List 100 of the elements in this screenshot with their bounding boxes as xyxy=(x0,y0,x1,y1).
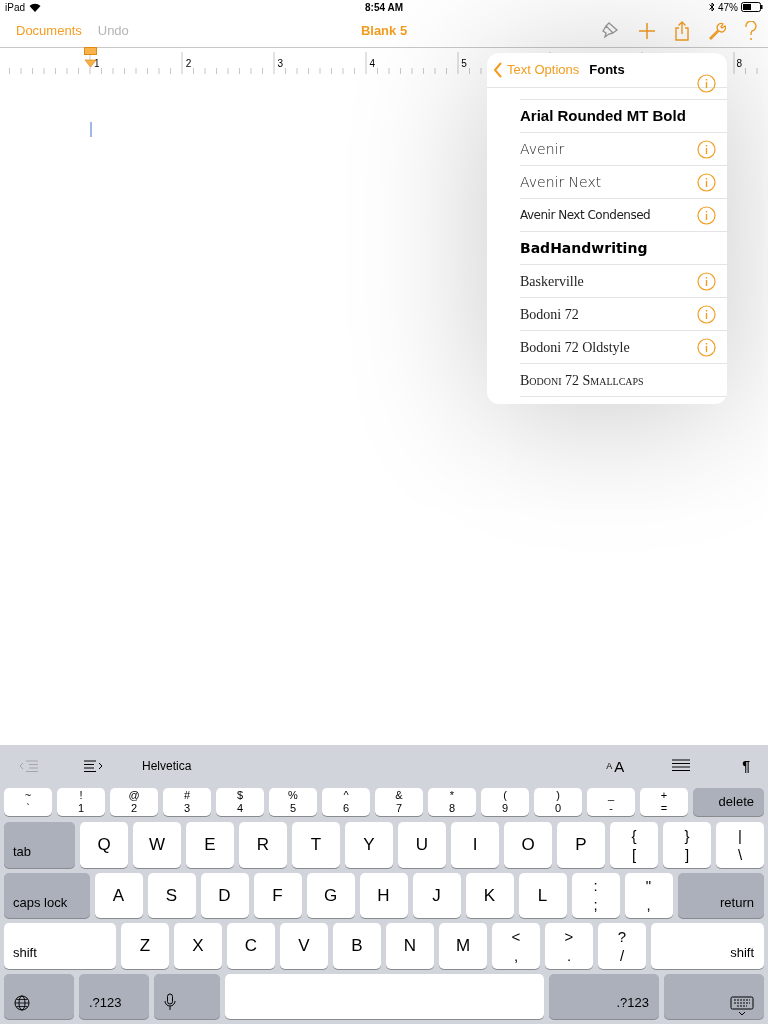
number-key[interactable]: & 7 xyxy=(375,787,423,817)
info-icon[interactable] xyxy=(697,139,716,159)
font-row[interactable]: Avenir Next xyxy=(520,166,727,199)
letter-key[interactable]: K xyxy=(465,872,514,919)
ruler-number: 8 xyxy=(736,57,743,71)
caps-key[interactable]: caps lock xyxy=(4,872,90,919)
letter-key[interactable]: Q xyxy=(80,822,128,868)
number-key[interactable]: % 5 xyxy=(269,787,317,817)
font-row[interactable]: Bodoni 72 xyxy=(520,298,727,331)
letter-key[interactable]: I xyxy=(451,822,499,868)
symbol-key[interactable]: < , xyxy=(492,923,540,969)
number-key[interactable]: ^ 6 xyxy=(322,787,370,817)
paintbrush-icon[interactable] xyxy=(600,20,620,41)
symbol-key[interactable]: " , xyxy=(624,872,673,919)
number-key[interactable]: * 8 xyxy=(428,787,476,817)
wrench-icon[interactable] xyxy=(708,21,726,40)
device-name: iPad xyxy=(5,0,25,15)
letter-key[interactable]: U xyxy=(398,822,446,868)
help-icon[interactable] xyxy=(744,20,758,41)
letter-key[interactable]: B xyxy=(333,923,381,969)
letter-key[interactable]: W xyxy=(133,822,181,868)
font-row[interactable]: Bodoni 72 Smallcaps xyxy=(520,364,727,397)
dictation-key[interactable] xyxy=(154,973,220,1019)
font-name: Bodoni 72 Smallcaps xyxy=(520,371,644,390)
add-icon[interactable] xyxy=(638,21,656,40)
font-name: BadHandwriting xyxy=(520,238,648,258)
font-row[interactable]: Avenir xyxy=(520,133,727,166)
info-icon[interactable] xyxy=(697,337,716,357)
number-key[interactable]: ) 0 xyxy=(534,787,582,817)
letter-key[interactable]: V xyxy=(280,923,328,969)
letter-key[interactable]: O xyxy=(504,822,552,868)
microphone-icon xyxy=(164,992,176,1011)
info-icon[interactable] xyxy=(697,172,716,192)
space-key[interactable] xyxy=(225,973,544,1019)
font-row[interactable]: Avenir Next Condensed xyxy=(520,199,727,232)
letter-key[interactable]: Y xyxy=(345,822,393,868)
ruler-number: 5 xyxy=(461,57,467,71)
paragraph-button[interactable]: ¶ xyxy=(742,755,750,777)
hide-keyboard-key[interactable] xyxy=(664,973,764,1019)
info-icon[interactable] xyxy=(697,205,716,225)
ruler-number: 3 xyxy=(277,57,284,71)
bluetooth-icon xyxy=(709,2,715,12)
number-key[interactable]: + = xyxy=(640,787,688,817)
font-row[interactable]: Arial Rounded MT Bold xyxy=(520,100,727,133)
symbol-key[interactable]: { [ xyxy=(610,822,658,868)
letter-key[interactable]: C xyxy=(227,923,275,969)
ruler-number: 1 xyxy=(94,57,100,71)
number-key[interactable]: ( 9 xyxy=(481,787,529,817)
font-button[interactable]: Helvetica xyxy=(142,757,192,776)
align-icon[interactable] xyxy=(672,759,691,774)
font-name: Bodoni 72 Oldstyle xyxy=(520,338,630,357)
font-size-button[interactable]: A A xyxy=(606,758,625,774)
symbol-key[interactable]: } ] xyxy=(663,822,711,868)
letter-key[interactable]: M xyxy=(439,923,487,969)
indent-marker[interactable] xyxy=(84,47,97,67)
number-key[interactable]: _ - xyxy=(587,787,635,817)
indent-icon[interactable] xyxy=(82,758,104,775)
letter-key[interactable]: E xyxy=(186,822,234,868)
font-row[interactable]: BadHandwriting xyxy=(520,232,727,265)
shift-key[interactable]: shift xyxy=(4,923,116,969)
letter-key[interactable]: L xyxy=(518,872,567,919)
number-key[interactable]: @ 2 xyxy=(110,787,158,817)
letter-key[interactable]: R xyxy=(239,822,287,868)
return-key[interactable]: return xyxy=(677,872,764,919)
info-icon[interactable] xyxy=(697,73,716,93)
letter-key[interactable]: S xyxy=(147,872,196,919)
font-row[interactable]: Bodoni 72 Oldstyle xyxy=(520,331,727,364)
info-icon[interactable] xyxy=(697,271,716,291)
letter-key[interactable]: Z xyxy=(121,923,169,969)
numbers-key[interactable]: .?123 xyxy=(79,973,149,1019)
letter-key[interactable]: G xyxy=(306,872,355,919)
symbol-key[interactable]: > . xyxy=(545,923,593,969)
delete-key[interactable]: delete xyxy=(693,787,764,817)
symbol-key[interactable]: ? / xyxy=(598,923,646,969)
number-key[interactable]: # 3 xyxy=(163,787,211,817)
tab-key[interactable]: tab xyxy=(4,822,75,868)
letter-key[interactable]: X xyxy=(174,923,222,969)
letter-key[interactable]: J xyxy=(412,872,461,919)
shift-key[interactable]: shift xyxy=(651,923,764,969)
letter-key[interactable]: N xyxy=(386,923,434,969)
battery-percent: 47% xyxy=(718,0,738,15)
globe-key[interactable] xyxy=(4,973,74,1019)
font-name: Baskerville xyxy=(520,272,584,291)
letter-key[interactable]: T xyxy=(292,822,340,868)
keyboard-icon xyxy=(730,995,754,1016)
letter-key[interactable]: D xyxy=(200,872,249,919)
number-key[interactable]: ! 1 xyxy=(57,787,105,817)
info-icon[interactable] xyxy=(697,304,716,324)
numbers-key[interactable]: .?123 xyxy=(549,973,659,1019)
symbol-key[interactable]: : ; xyxy=(571,872,620,919)
share-icon[interactable] xyxy=(674,20,690,41)
font-row[interactable]: Baskerville xyxy=(520,265,727,298)
number-key[interactable]: $ 4 xyxy=(216,787,264,817)
letter-key[interactable]: A xyxy=(94,872,143,919)
status-time: 8:54 AM xyxy=(365,0,403,15)
letter-key[interactable]: F xyxy=(253,872,302,919)
letter-key[interactable]: P xyxy=(557,822,605,868)
symbol-key[interactable]: | \ xyxy=(716,822,764,868)
number-key[interactable]: ~ ` xyxy=(4,787,52,817)
letter-key[interactable]: H xyxy=(359,872,408,919)
